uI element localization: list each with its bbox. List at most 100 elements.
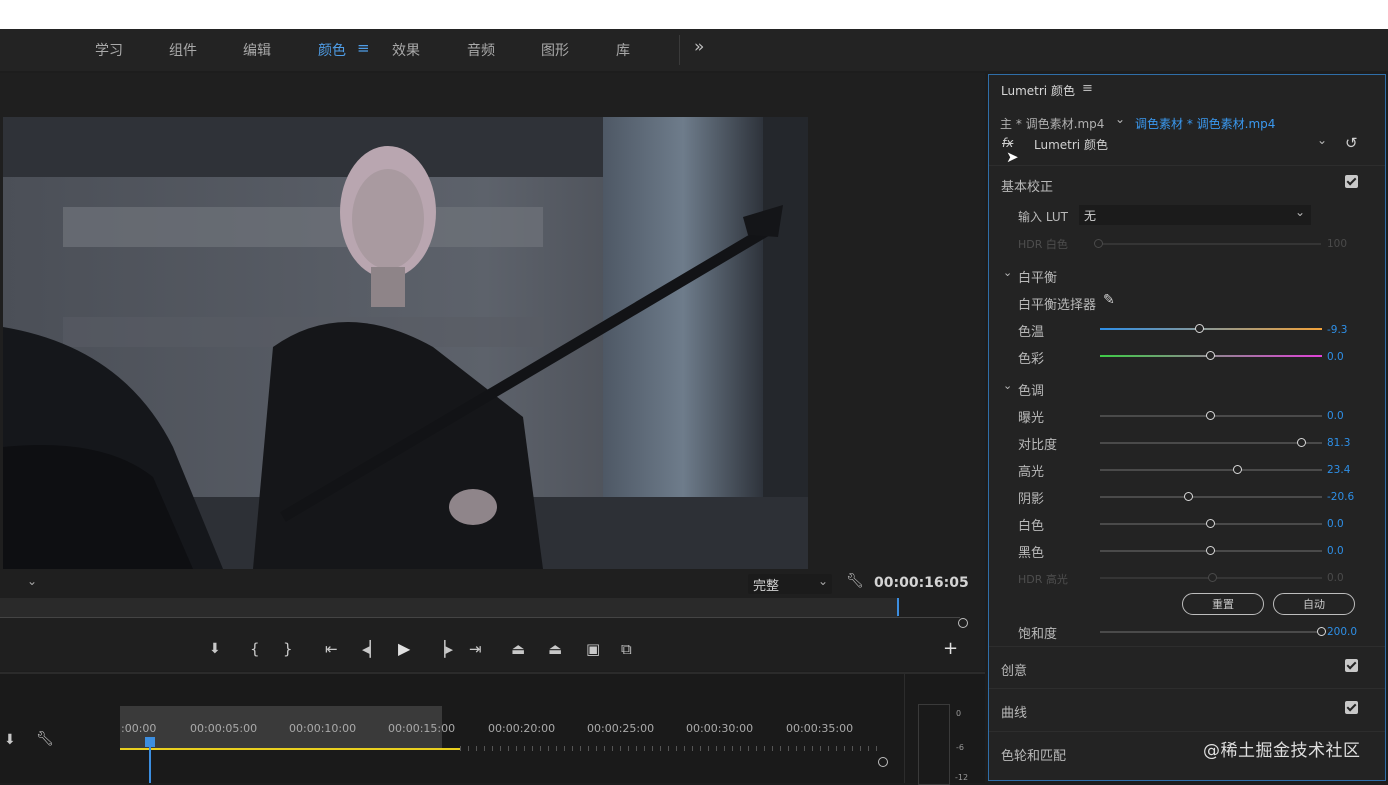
workspace-tab-learn[interactable]: 学习 [95,40,123,60]
workspace-tab-audio[interactable]: 音频 [467,40,495,60]
workspace-bar: 学习 组件 编辑 颜色 ≡ 效果 音频 图形 库 » [0,29,1388,71]
section-creative[interactable]: 创意 [1001,660,1027,679]
hdr-highlight-knob [1208,573,1217,582]
effect-select[interactable]: Lumetri 颜色 ⌄ [1029,133,1331,155]
os-title-strip [0,0,1388,29]
mark-in-icon[interactable]: { [250,640,260,658]
white-balance-title[interactable]: 白平衡 [1018,267,1057,286]
blacks-knob[interactable] [1206,546,1215,555]
tone-slider-label: 对比度 [1018,438,1058,453]
timeline-playhead-head[interactable] [145,737,155,747]
workspace-tab-libraries[interactable]: 库 [616,40,630,60]
input-lut-select[interactable]: 无 ⌄ [1079,205,1311,225]
whites-value[interactable]: 0.0 [1327,518,1344,530]
highlights-knob[interactable] [1232,465,1242,474]
input-lut-label: 输入 LUT [1018,210,1069,224]
saturation-value[interactable]: 200.0 [1327,626,1357,638]
tone-slider-label: 黑色 [1018,546,1045,561]
audio-meter [918,704,950,785]
ruler-end-handle[interactable] [958,618,968,628]
mark-out-icon[interactable]: } [283,640,293,658]
contrast-knob[interactable] [1297,438,1307,447]
source-sequence-tab[interactable]: 调色素材 * 调色素材.mp4 [1135,115,1275,132]
extract-icon[interactable]: ⏏︎ [548,640,562,658]
go-to-in-icon[interactable]: ⇤ [325,640,338,658]
curves-checkbox[interactable] [1345,701,1358,714]
ruler-label: 00:00:35:00 [786,722,854,735]
fit-select[interactable]: 完整 ⌄ [748,574,832,594]
tone-slider-label: 阴影 [1018,492,1045,507]
add-marker-icon[interactable]: ⬇︎ [209,641,221,657]
chevron-down-icon[interactable]: ⌄ [1003,379,1012,392]
workspace-tab-graphics[interactable]: 图形 [541,40,569,60]
hdr-highlight-value: 0.0 [1327,572,1344,584]
exposure-value[interactable]: 0.0 [1327,410,1344,422]
lift-icon[interactable]: ⏏︎ [511,640,525,658]
play-icon[interactable]: ▶ [398,639,410,658]
ruler-label: 00:00:20:00 [488,722,556,735]
shadows-value[interactable]: -20.6 [1327,491,1354,503]
contrast-track[interactable] [1100,442,1322,444]
shadows-knob[interactable] [1183,492,1193,501]
blacks-value[interactable]: 0.0 [1327,545,1344,557]
workspace-tab-color[interactable]: 颜色 [318,40,346,60]
workspace-tab-editing[interactable]: 编辑 [243,40,271,60]
tone-slider-label: 曝光 [1018,411,1045,426]
highlights-value[interactable]: 23.4 [1327,464,1350,476]
button-editor-add-icon[interactable]: + [943,638,958,659]
temperature-knob[interactable] [1194,324,1204,333]
more-workspaces-icon[interactable]: » [694,37,704,57]
step-back-icon[interactable]: ◂▏ [362,640,381,658]
comparison-view-icon[interactable]: ⧉ [621,640,632,658]
tint-value[interactable]: 0.0 [1327,351,1344,363]
eyedropper-icon[interactable]: ✎ [1103,292,1115,308]
divider [904,674,905,783]
tone-auto-button[interactable]: 自动 [1273,593,1355,615]
source-master-tab[interactable]: 主 * 调色素材.mp4 [1000,115,1104,132]
panel-menu-icon[interactable]: ≡ [1082,81,1093,96]
timeline-wrench-icon[interactable]: 🔧︎ [36,731,54,747]
playhead-timecode[interactable]: 00:00:16:05 [874,575,969,591]
in-out-bar[interactable] [120,748,460,750]
tone-reset-button[interactable]: 重置 [1182,593,1264,615]
workspace-tab-assembly[interactable]: 组件 [169,40,197,60]
hdr-white-value: 100 [1327,238,1348,250]
zoom-chevron-icon[interactable]: ⌄ [27,574,37,588]
saturation-knob[interactable] [1317,627,1326,636]
wrench-icon[interactable]: 🔧︎ [846,573,864,589]
workspace-menu-icon[interactable]: ≡ [357,39,370,57]
whites-knob[interactable] [1206,519,1215,528]
tone-slider-label: 白色 [1018,519,1045,534]
saturation-track[interactable] [1100,631,1322,633]
exposure-knob[interactable] [1206,411,1215,420]
wb-selector-label: 白平衡选择器 [1018,298,1097,313]
contrast-value[interactable]: 81.3 [1327,437,1350,449]
tone-title[interactable]: 色调 [1018,380,1044,399]
temperature-value[interactable]: -9.3 [1327,324,1348,336]
shadows-track[interactable] [1100,496,1322,498]
panel-title[interactable]: Lumetri 颜色 [1001,82,1075,99]
ruler-label: 00:00:30:00 [686,722,754,735]
reset-effect-icon[interactable]: ↺ [1345,134,1358,152]
export-frame-icon[interactable]: ▣ [586,640,600,658]
section-curves[interactable]: 曲线 [1001,702,1027,721]
timeline-marker-icon[interactable]: ⬇︎ [4,732,16,748]
monitor-time-ruler[interactable] [0,598,985,628]
timeline-zoom-handle[interactable] [878,757,888,767]
go-to-out-icon[interactable]: ⇥ [469,640,482,658]
section-basic-correction[interactable]: 基本校正 [1001,176,1053,195]
chevron-down-icon[interactable]: ⌄ [1115,112,1125,126]
chevron-down-icon[interactable]: ⌄ [1003,266,1012,279]
workspace-tab-effects[interactable]: 效果 [392,40,420,60]
monitor-playhead[interactable] [897,598,899,616]
divider [989,646,1385,647]
highlights-track[interactable] [1100,469,1322,471]
temperature-track[interactable] [1100,328,1322,330]
tint-knob[interactable] [1206,351,1215,360]
section-color-wheels[interactable]: 色轮和匹配 [1001,745,1066,764]
step-forward-icon[interactable]: ▕▸ [434,640,453,658]
tint-label: 色彩 [1018,352,1045,367]
fit-select-value: 完整 [753,579,780,594]
basic-correction-checkbox[interactable] [1345,175,1358,188]
creative-checkbox[interactable] [1345,659,1358,672]
